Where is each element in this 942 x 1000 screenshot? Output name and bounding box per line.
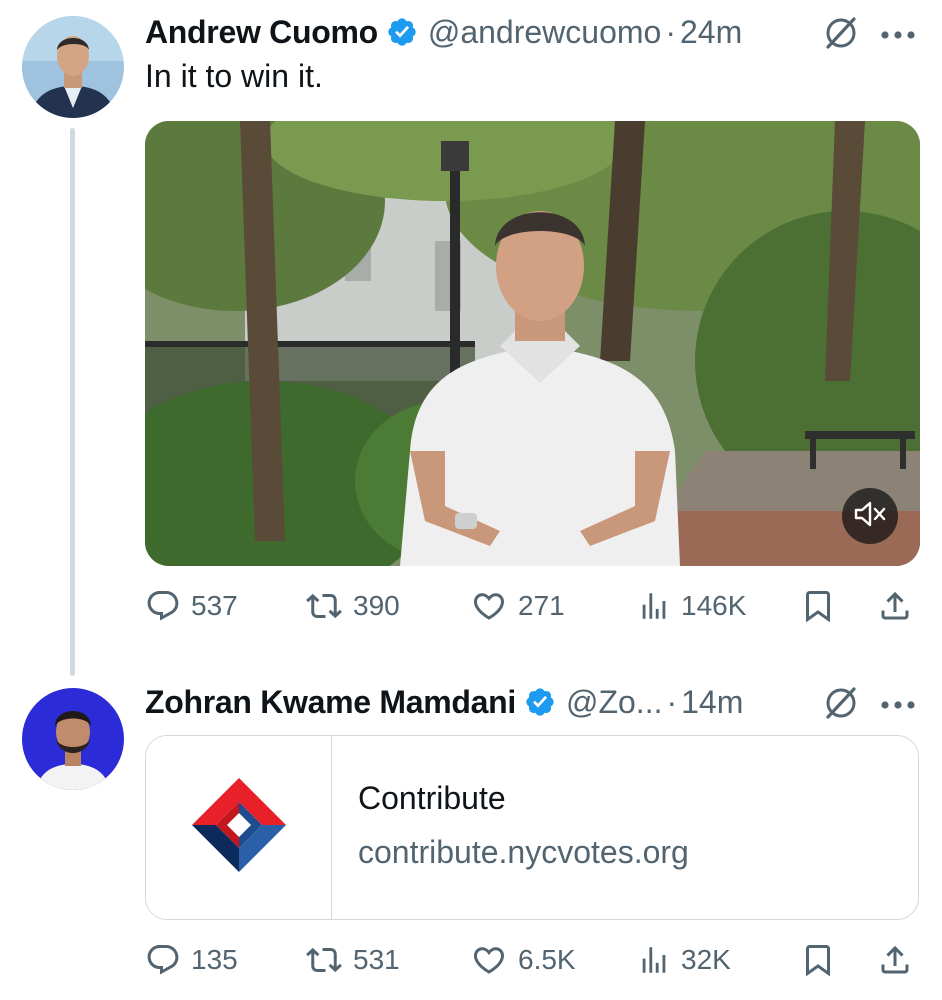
more-options-icon[interactable] <box>880 27 916 39</box>
avatar-cuomo[interactable] <box>22 16 124 118</box>
reply-button[interactable]: 537 <box>145 586 238 626</box>
tweet-video[interactable] <box>145 121 920 566</box>
views-chart-icon <box>637 588 671 624</box>
share-button[interactable] <box>877 940 913 980</box>
avatar-mamdani[interactable] <box>22 688 124 790</box>
bookmark-icon <box>800 942 836 978</box>
bookmark-button[interactable] <box>800 586 836 626</box>
link-card-thumbnail <box>146 736 332 919</box>
separator-dot: · <box>665 13 676 50</box>
author-name[interactable]: Andrew Cuomo <box>145 14 378 51</box>
separator-dot: · <box>666 683 678 720</box>
bookmark-icon <box>800 588 836 624</box>
like-count: 271 <box>518 590 565 621</box>
repost-button[interactable]: 390 <box>305 586 400 626</box>
repost-icon <box>305 588 343 624</box>
heart-icon <box>470 588 508 624</box>
repost-button[interactable]: 531 <box>305 940 400 980</box>
repost-count: 390 <box>353 590 400 621</box>
avatar-cuomo-image <box>22 16 124 118</box>
verified-badge-icon <box>386 16 418 48</box>
avatar-mamdani-image <box>22 688 124 790</box>
repost-icon <box>305 942 343 978</box>
tweet-text: In it to win it. <box>145 58 323 94</box>
author-handle[interactable]: @Zo... <box>566 684 663 721</box>
tweet-header: Andrew Cuomo @andrewcuomo · 24m <box>145 10 742 54</box>
thread-connector-line <box>70 128 75 676</box>
link-card-title: Contribute <box>358 780 506 816</box>
verified-badge-icon <box>524 686 556 718</box>
more-options-icon[interactable] <box>880 697 916 709</box>
nycvotes-logo-icon <box>189 775 289 880</box>
like-button[interactable]: 271 <box>470 586 565 626</box>
timestamp[interactable]: 24m <box>680 14 742 51</box>
reply-button[interactable]: 135 <box>145 940 238 980</box>
reply-count: 537 <box>191 590 238 621</box>
like-count: 6.5K <box>518 944 576 975</box>
bookmark-button[interactable] <box>800 940 836 980</box>
heart-icon <box>470 942 508 978</box>
tweet-actions: 135 531 6.5K 32K <box>145 940 920 980</box>
grok-icon[interactable] <box>822 684 860 722</box>
timestamp[interactable]: 14m <box>681 684 743 721</box>
views-button[interactable]: 32K <box>637 940 731 980</box>
repost-count: 531 <box>353 944 400 975</box>
reply-icon <box>145 588 181 624</box>
author-handle[interactable]: @andrewcuomo <box>428 14 661 51</box>
video-frame <box>145 121 920 566</box>
share-icon <box>877 588 913 624</box>
link-card[interactable]: Contribute contribute.nycvotes.org <box>145 735 919 920</box>
views-count: 146K <box>681 590 747 621</box>
share-button[interactable] <box>877 586 913 626</box>
tweet-cuomo[interactable]: Andrew Cuomo @andrewcuomo · 24m In it to… <box>0 0 942 690</box>
share-icon <box>877 942 913 978</box>
views-chart-icon <box>637 942 671 978</box>
views-button[interactable]: 146K <box>637 586 746 626</box>
reply-count: 135 <box>191 944 238 975</box>
mute-toggle-button[interactable] <box>842 488 898 544</box>
tweet-header: Zohran Kwame Mamdani @Zo... · 14m <box>145 680 743 724</box>
link-card-domain: contribute.nycvotes.org <box>358 834 689 870</box>
author-name[interactable]: Zohran Kwame Mamdani <box>145 684 516 721</box>
speaker-muted-icon <box>853 500 887 533</box>
views-count: 32K <box>681 944 731 975</box>
tweet-actions: 537 390 271 146K <box>145 586 920 626</box>
reply-icon <box>145 942 181 978</box>
like-button[interactable]: 6.5K <box>470 940 576 980</box>
grok-icon[interactable] <box>822 14 860 52</box>
